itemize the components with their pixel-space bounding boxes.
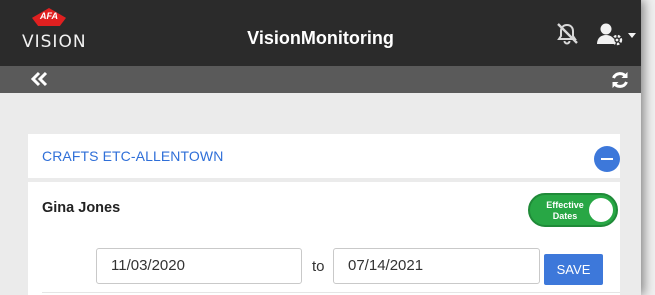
toggle-label: Effective Dates (546, 200, 584, 221)
to-label: to (312, 258, 325, 275)
app-window: AFA VISION VisionMonitoring CRAFTS ETC-A… (0, 0, 641, 295)
employee-name: Gina Jones (42, 200, 121, 216)
employee-card: Gina Jones Effective Dates 11/03/2020 to… (28, 182, 620, 295)
user-settings-menu[interactable] (596, 22, 638, 48)
from-date-input[interactable]: 11/03/2020 (96, 248, 302, 284)
store-header[interactable]: CRAFTS ETC-ALLENTOWN (28, 134, 620, 178)
store-name: CRAFTS ETC-ALLENTOWN (42, 148, 224, 164)
toggle-knob (589, 198, 613, 222)
top-navbar: AFA VISION VisionMonitoring (0, 0, 641, 66)
logo-badge-text: AFA (40, 11, 58, 21)
divider (42, 292, 620, 293)
to-date-input[interactable]: 07/14/2021 (333, 248, 540, 284)
double-chevron-left-icon[interactable] (30, 70, 50, 88)
refresh-icon[interactable] (610, 70, 630, 90)
sub-toolbar (0, 66, 641, 93)
effective-dates-toggle[interactable]: Effective Dates (528, 193, 618, 227)
notifications-off-icon[interactable] (554, 22, 580, 46)
save-button[interactable]: SAVE (544, 254, 603, 285)
app-title: VisionMonitoring (247, 28, 394, 48)
minus-circle-icon[interactable] (594, 146, 620, 172)
